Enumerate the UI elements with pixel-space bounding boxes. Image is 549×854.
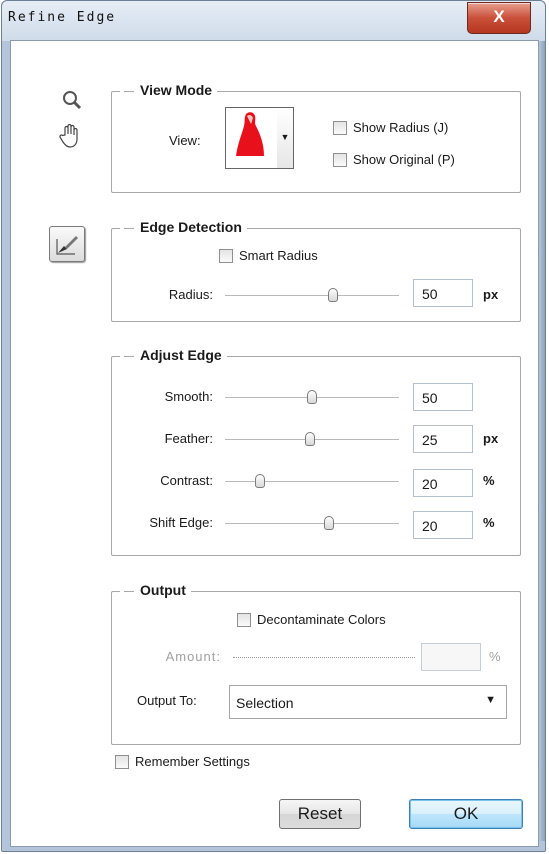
radius-slider-thumb[interactable] [327,288,338,302]
remember-settings-label: Remember Settings [135,754,250,769]
shift-edge-unit: % [483,515,495,530]
remember-settings-checkbox[interactable] [115,755,129,769]
contrast-field[interactable]: 20 [413,469,473,497]
feather-field[interactable]: 25 [413,425,473,453]
chevron-down-icon: ▼ [485,694,496,706]
contrast-slider-track[interactable] [225,474,399,488]
output-to-value: Selection [236,695,294,711]
window-frame-edge [539,41,545,841]
radius-slider-track[interactable] [225,288,399,302]
shift-edge-slider-track[interactable] [225,516,399,530]
show-radius-checkbox[interactable] [333,121,347,135]
amount-label: Amount: [165,649,221,664]
refine-radius-brush-icon [56,236,78,255]
feather-slider-thumb[interactable] [305,432,316,446]
view-mode-title: View Mode [120,82,218,98]
edge-detection-title: Edge Detection [120,219,247,235]
dialog-body: View Mode View: ▼ Show Radius (J) Show O… [10,40,539,847]
smooth-label: Smooth: [164,389,213,404]
hand-icon[interactable] [59,123,83,153]
decontaminate-colors-label: Decontaminate Colors [257,612,386,627]
show-radius-label: Show Radius (J) [353,120,449,135]
view-label: View: [169,133,201,148]
zoom-icon[interactable] [61,89,83,115]
radius-label: Radius: [168,287,213,302]
contrast-unit: % [483,473,495,488]
show-original-checkbox[interactable] [333,153,347,167]
output-to-select[interactable]: Selection ▼ [229,685,507,719]
shift-edge-slider-thumb[interactable] [324,516,335,530]
output-to-label: Output To: [137,693,197,708]
output-title: Output [120,582,191,598]
reset-button[interactable]: Reset [279,799,361,829]
preview-thumbnail-icon [226,108,278,168]
smooth-field[interactable]: 50 [413,383,473,411]
show-original-label: Show Original (P) [353,152,455,167]
refine-radius-brush-button[interactable] [49,226,85,262]
refine-edge-dialog: Refine Edge X View Mode View: ▼ Show Rad… [1,0,546,852]
smooth-slider-thumb[interactable] [307,390,317,404]
smart-radius-checkbox[interactable] [219,249,233,263]
radius-field[interactable]: 50 [413,279,473,307]
decontaminate-colors-checkbox[interactable] [237,613,251,627]
amount-field [421,643,481,671]
view-mode-preview[interactable] [225,107,279,169]
amount-slider-track [233,657,415,658]
ok-button[interactable]: OK [409,799,523,829]
window-title: Refine Edge [8,10,117,25]
chevron-down-icon: ▼ [280,132,290,142]
radius-unit: px [483,287,499,302]
feather-label: Feather: [164,431,213,446]
close-button[interactable]: X [467,2,531,34]
feather-slider-track[interactable] [225,432,399,446]
close-icon: X [493,7,505,26]
edge-detection-group: Edge Detection [111,219,521,322]
smooth-slider-track[interactable] [225,390,399,404]
smart-radius-label: Smart Radius [239,248,318,263]
amount-unit: % [489,649,501,664]
contrast-slider-thumb[interactable] [254,474,265,488]
view-mode-dropdown[interactable]: ▼ [277,107,294,169]
contrast-label: Contrast: [160,473,213,488]
title-bar: Refine Edge X [2,1,545,41]
feather-unit: px [483,431,499,446]
adjust-edge-title: Adjust Edge [120,347,227,363]
shift-edge-label: Shift Edge: [149,515,213,530]
shift-edge-field[interactable]: 20 [413,511,473,539]
